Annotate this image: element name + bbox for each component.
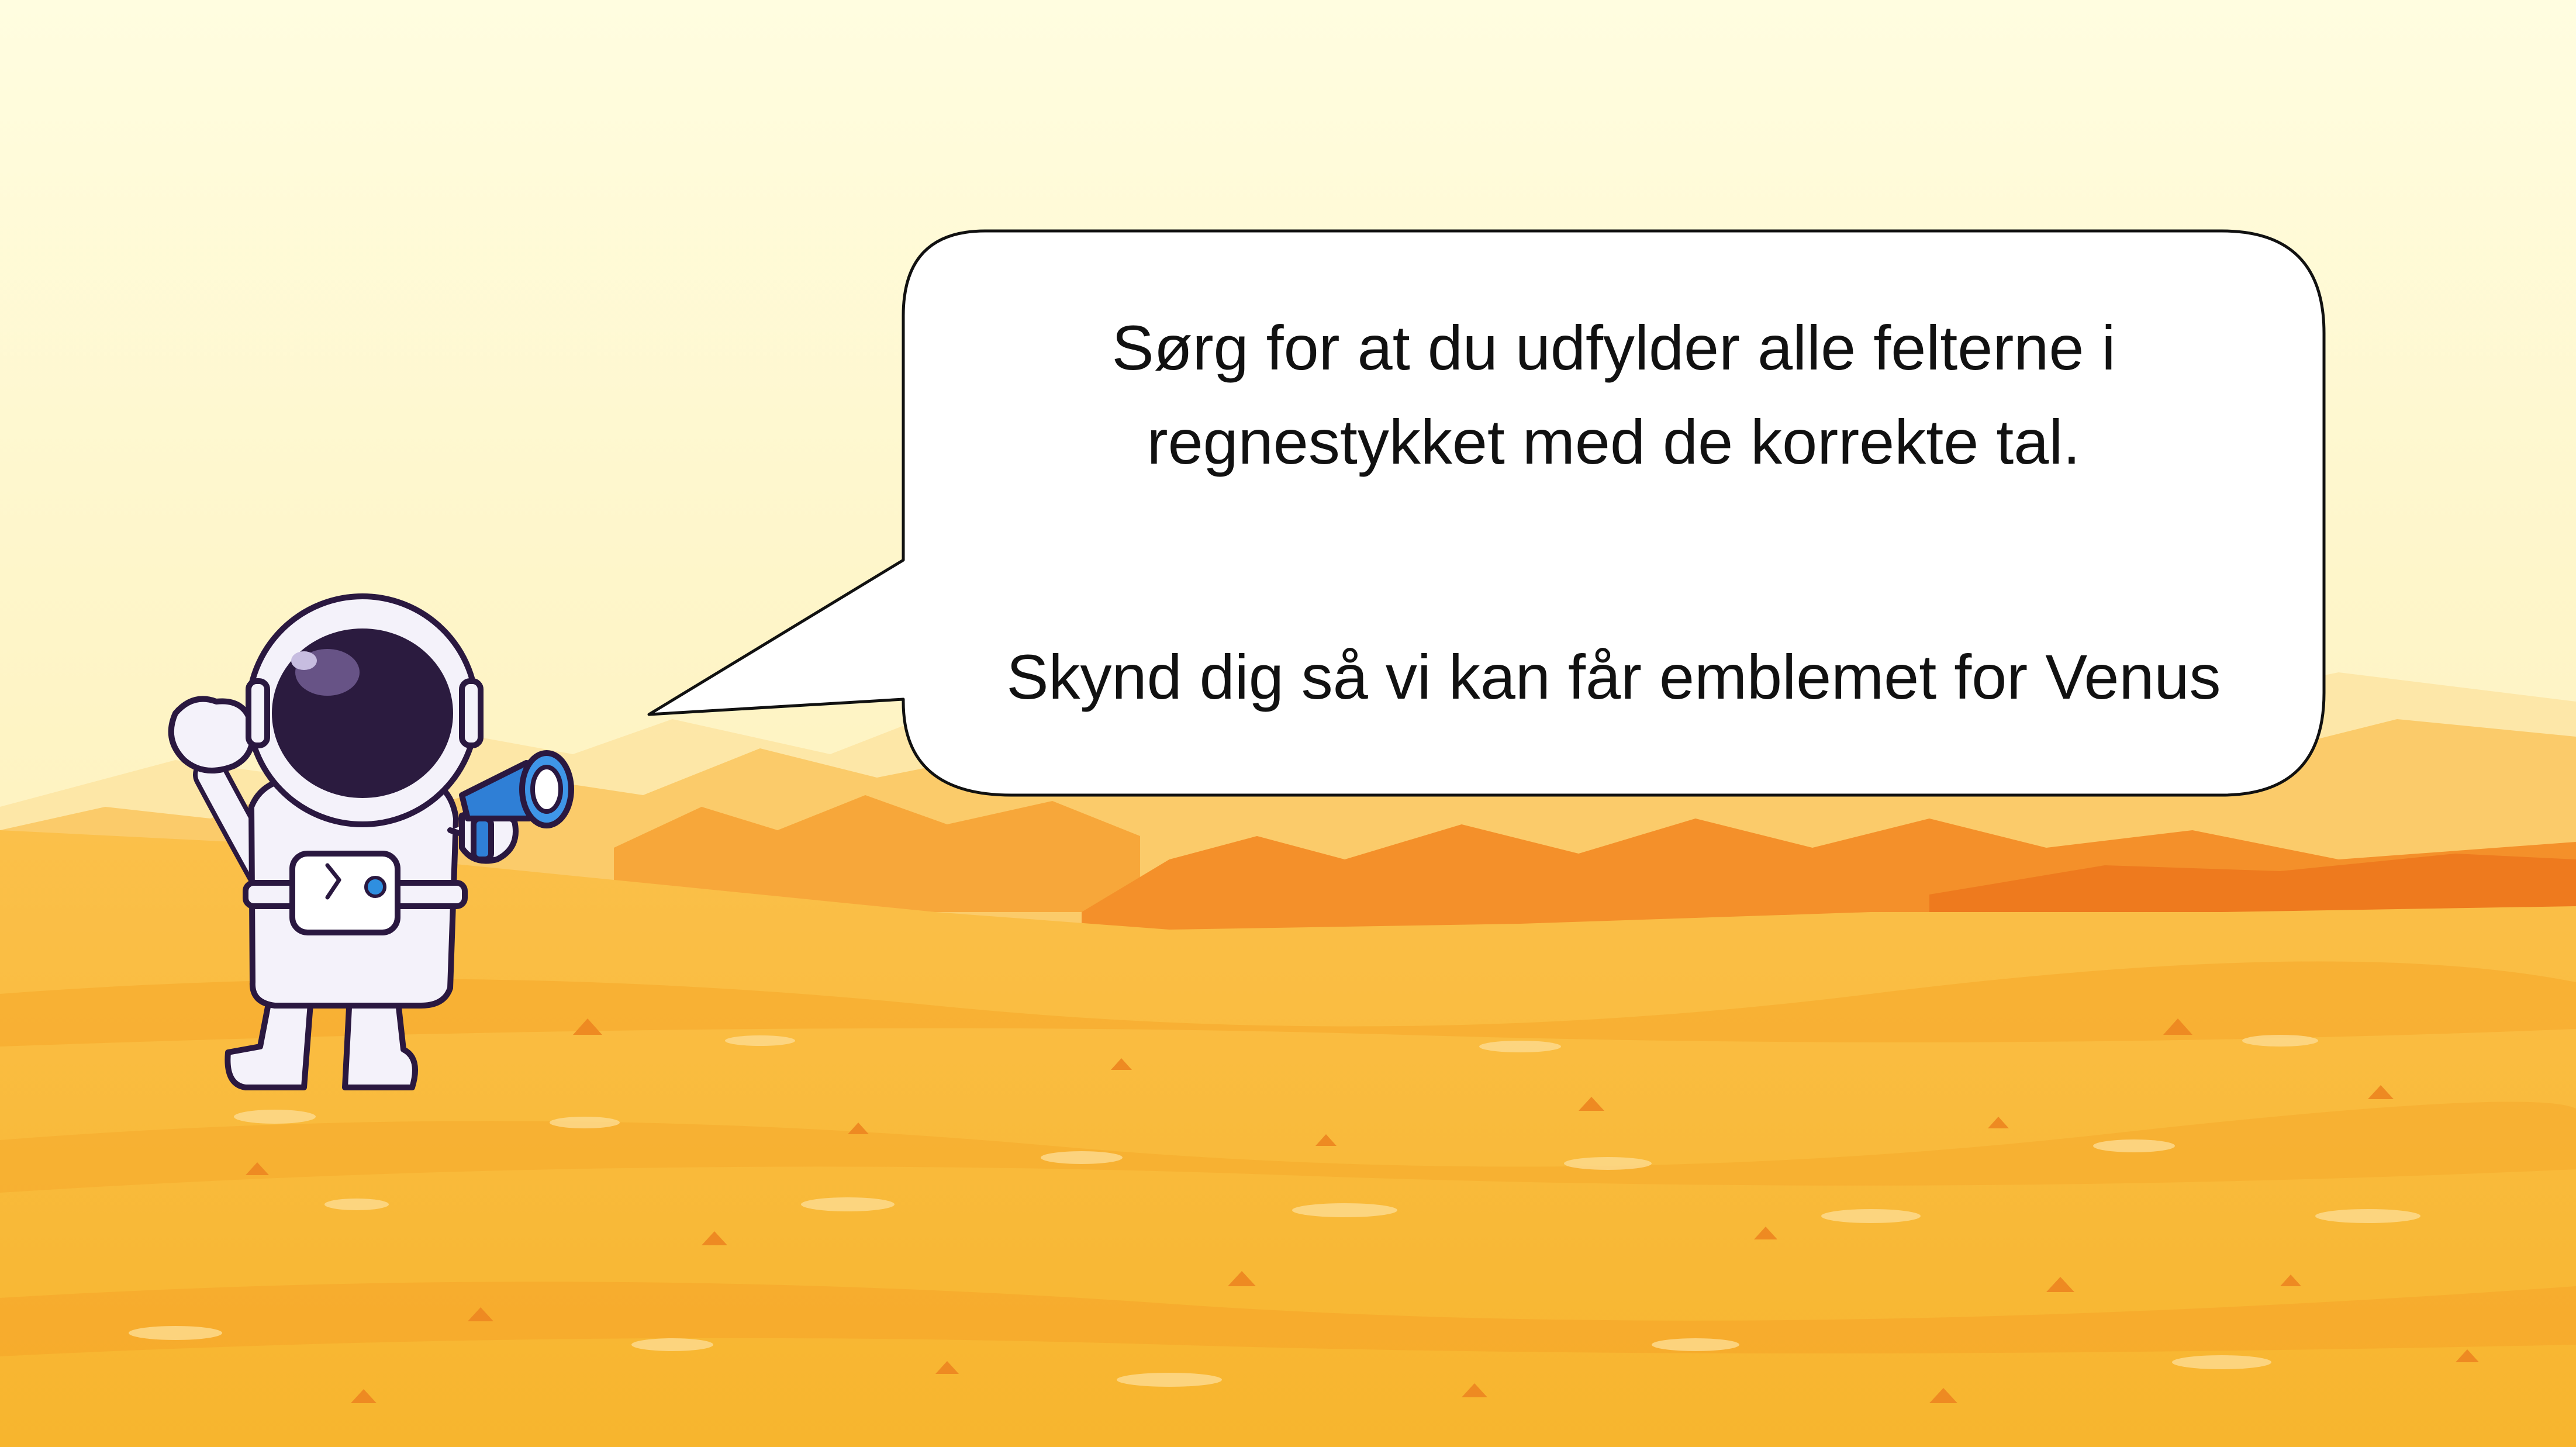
bubble-line-2: regnestykket med de korrekte tal. xyxy=(1147,406,2081,477)
speech-bubble-text: Sørg for at du udfylder alle felterne i … xyxy=(912,234,2315,789)
bubble-line-1: Sørg for at du udfylder alle felterne i xyxy=(1111,312,2116,383)
bubble-line-3: Skynd dig så vi kan får emblemet for Ven… xyxy=(1006,641,2221,712)
